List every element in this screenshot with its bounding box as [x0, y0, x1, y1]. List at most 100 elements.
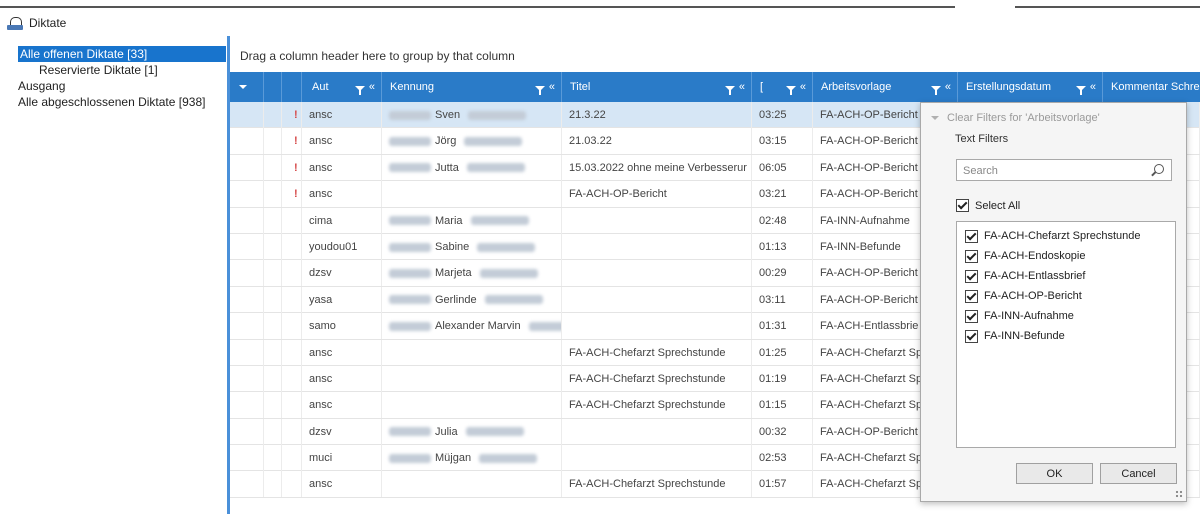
header-kommentar[interactable]: Kommentar Schre: [1103, 72, 1200, 102]
cell-dauer: 01:31: [752, 313, 813, 340]
filter-icon[interactable]: [785, 86, 796, 95]
filter-value-item[interactable]: FA-INN-Aufnahme: [957, 306, 1175, 326]
cell-kennung-name: Alexander Marvin: [435, 320, 521, 333]
redacted-text: [528, 321, 561, 331]
cell-titel: [562, 233, 752, 260]
collapse-column-icon[interactable]: «: [739, 81, 745, 93]
tree-item-outbox[interactable]: Ausgang: [18, 78, 226, 94]
clear-filter-option[interactable]: Clear Filters for 'Arbeitsvorlage': [931, 110, 1100, 126]
chevron-down-icon: [239, 85, 247, 89]
filter-value-checkbox[interactable]: [965, 269, 978, 283]
priority-flag: [282, 260, 302, 287]
collapse-column-icon[interactable]: «: [945, 81, 951, 93]
filter-value-item[interactable]: FA-INN-Befunde: [957, 326, 1175, 346]
cell-empty: [230, 418, 264, 445]
cell-titel: [562, 207, 752, 234]
filter-value-label: FA-ACH-Endoskopie: [984, 250, 1086, 262]
ok-button[interactable]: OK: [1016, 463, 1093, 484]
cell-empty: [230, 339, 264, 366]
redacted-text: [479, 268, 538, 278]
cell-aut: ansc: [302, 181, 382, 208]
tree-item-reserved-dictations[interactable]: Reservierte Diktate [1]: [18, 62, 226, 78]
priority-flag: [282, 233, 302, 260]
cell-kennung: Marjeta: [382, 260, 562, 287]
cell-kennung: Alexander Marvin: [382, 313, 562, 340]
filter-search-input[interactable]: [957, 160, 1145, 182]
collapse-column-icon[interactable]: «: [549, 81, 555, 93]
filter-value-item[interactable]: FA-ACH-Endoskopie: [957, 246, 1175, 266]
header-titel-label: Titel: [570, 81, 591, 93]
cell-aut: ansc: [302, 102, 382, 128]
select-all-checkbox[interactable]: [956, 199, 969, 212]
filter-value-item[interactable]: FA-ACH-OP-Bericht: [957, 286, 1175, 306]
cell-kennung: [382, 339, 562, 366]
cell-aut: ansc: [302, 154, 382, 181]
filter-icon[interactable]: [724, 86, 735, 95]
cell-dauer: 03:11: [752, 286, 813, 313]
search-icon[interactable]: [1154, 164, 1164, 174]
filter-value-checkbox[interactable]: [965, 309, 978, 323]
cell-empty: [264, 365, 282, 392]
cell-kennung: Julia: [382, 418, 562, 445]
cell-empty: [230, 313, 264, 340]
resize-grip-icon[interactable]: [1175, 490, 1183, 498]
header-titel[interactable]: Titel «: [562, 72, 752, 102]
cell-empty: [264, 154, 282, 181]
header-kennung[interactable]: Kennung «: [382, 72, 562, 102]
collapse-column-icon[interactable]: «: [369, 81, 375, 93]
cell-titel: 15.03.2022 ohne meine Verbesserur: [562, 154, 752, 181]
cell-titel: FA-ACH-OP-Bericht: [562, 181, 752, 208]
tree-item-open-dictations[interactable]: Alle offenen Diktate [33]: [18, 46, 226, 62]
filter-value-label: FA-ACH-Chefarzt Sprechstunde: [984, 230, 1141, 242]
filter-value-checkbox[interactable]: [965, 289, 978, 303]
collapse-column-icon[interactable]: «: [800, 81, 806, 93]
window-top-border: [0, 5, 1200, 9]
redacted-text: [389, 242, 431, 252]
cell-titel: 21.3.22: [562, 102, 752, 128]
header-expand-column[interactable]: [230, 72, 264, 102]
cancel-button[interactable]: Cancel: [1100, 463, 1177, 484]
cell-aut: ansc: [302, 128, 382, 155]
cell-empty: [230, 181, 264, 208]
cell-dauer: 02:53: [752, 445, 813, 472]
text-filters-option[interactable]: Text Filters: [955, 133, 1008, 145]
header-arbeitsvorlage[interactable]: Arbeitsvorlage «: [813, 72, 958, 102]
cell-empty: [230, 207, 264, 234]
filter-value-checkbox[interactable]: [965, 229, 978, 243]
cell-dauer: 06:05: [752, 154, 813, 181]
cell-empty: [230, 260, 264, 287]
header-erstellungsdatum-label: Erstellungsdatum: [966, 81, 1051, 93]
dictation-app-icon: [6, 16, 24, 30]
filter-value-item[interactable]: FA-ACH-Entlassbrief: [957, 266, 1175, 286]
filter-value-checkbox[interactable]: [965, 329, 978, 343]
filter-value-item[interactable]: FA-ACH-Chefarzt Sprechstunde: [957, 226, 1175, 246]
cell-empty: [264, 313, 282, 340]
cell-aut: youdou01: [302, 233, 382, 260]
group-by-panel[interactable]: Drag a column header here to group by th…: [230, 36, 1200, 73]
redacted-text: [389, 216, 431, 226]
cell-empty: [230, 233, 264, 260]
cell-kennung-name: Maria: [435, 214, 463, 227]
redacted-text: [389, 268, 431, 278]
filter-icon[interactable]: [1075, 86, 1086, 95]
filter-value-label: FA-ACH-OP-Bericht: [984, 290, 1082, 302]
header-erstellungsdatum[interactable]: Erstellungsdatum «: [958, 72, 1103, 102]
cell-titel: [562, 313, 752, 340]
header-arbeitsvorlage-label: Arbeitsvorlage: [821, 81, 892, 93]
cell-dauer: 00:32: [752, 418, 813, 445]
select-all-option[interactable]: Select All: [956, 199, 1020, 212]
filter-icon[interactable]: [930, 86, 941, 95]
cell-kennung: Sabine: [382, 233, 562, 260]
cell-titel: FA-ACH-Chefarzt Sprechstunde: [562, 339, 752, 366]
header-aut[interactable]: Aut «: [302, 72, 382, 102]
filter-icon[interactable]: [354, 86, 365, 95]
filter-value-checkbox[interactable]: [965, 249, 978, 263]
redacted-text: [466, 163, 525, 173]
collapse-column-icon[interactable]: «: [1090, 81, 1096, 93]
tree-item-closed-dictations[interactable]: Alle abgeschlossenen Diktate [938]: [18, 94, 226, 110]
header-dauer[interactable]: [ «: [752, 72, 813, 102]
filter-value-label: FA-ACH-Entlassbrief: [984, 270, 1086, 282]
cell-empty: [264, 286, 282, 313]
cell-empty: [230, 286, 264, 313]
filter-icon[interactable]: [534, 86, 545, 95]
